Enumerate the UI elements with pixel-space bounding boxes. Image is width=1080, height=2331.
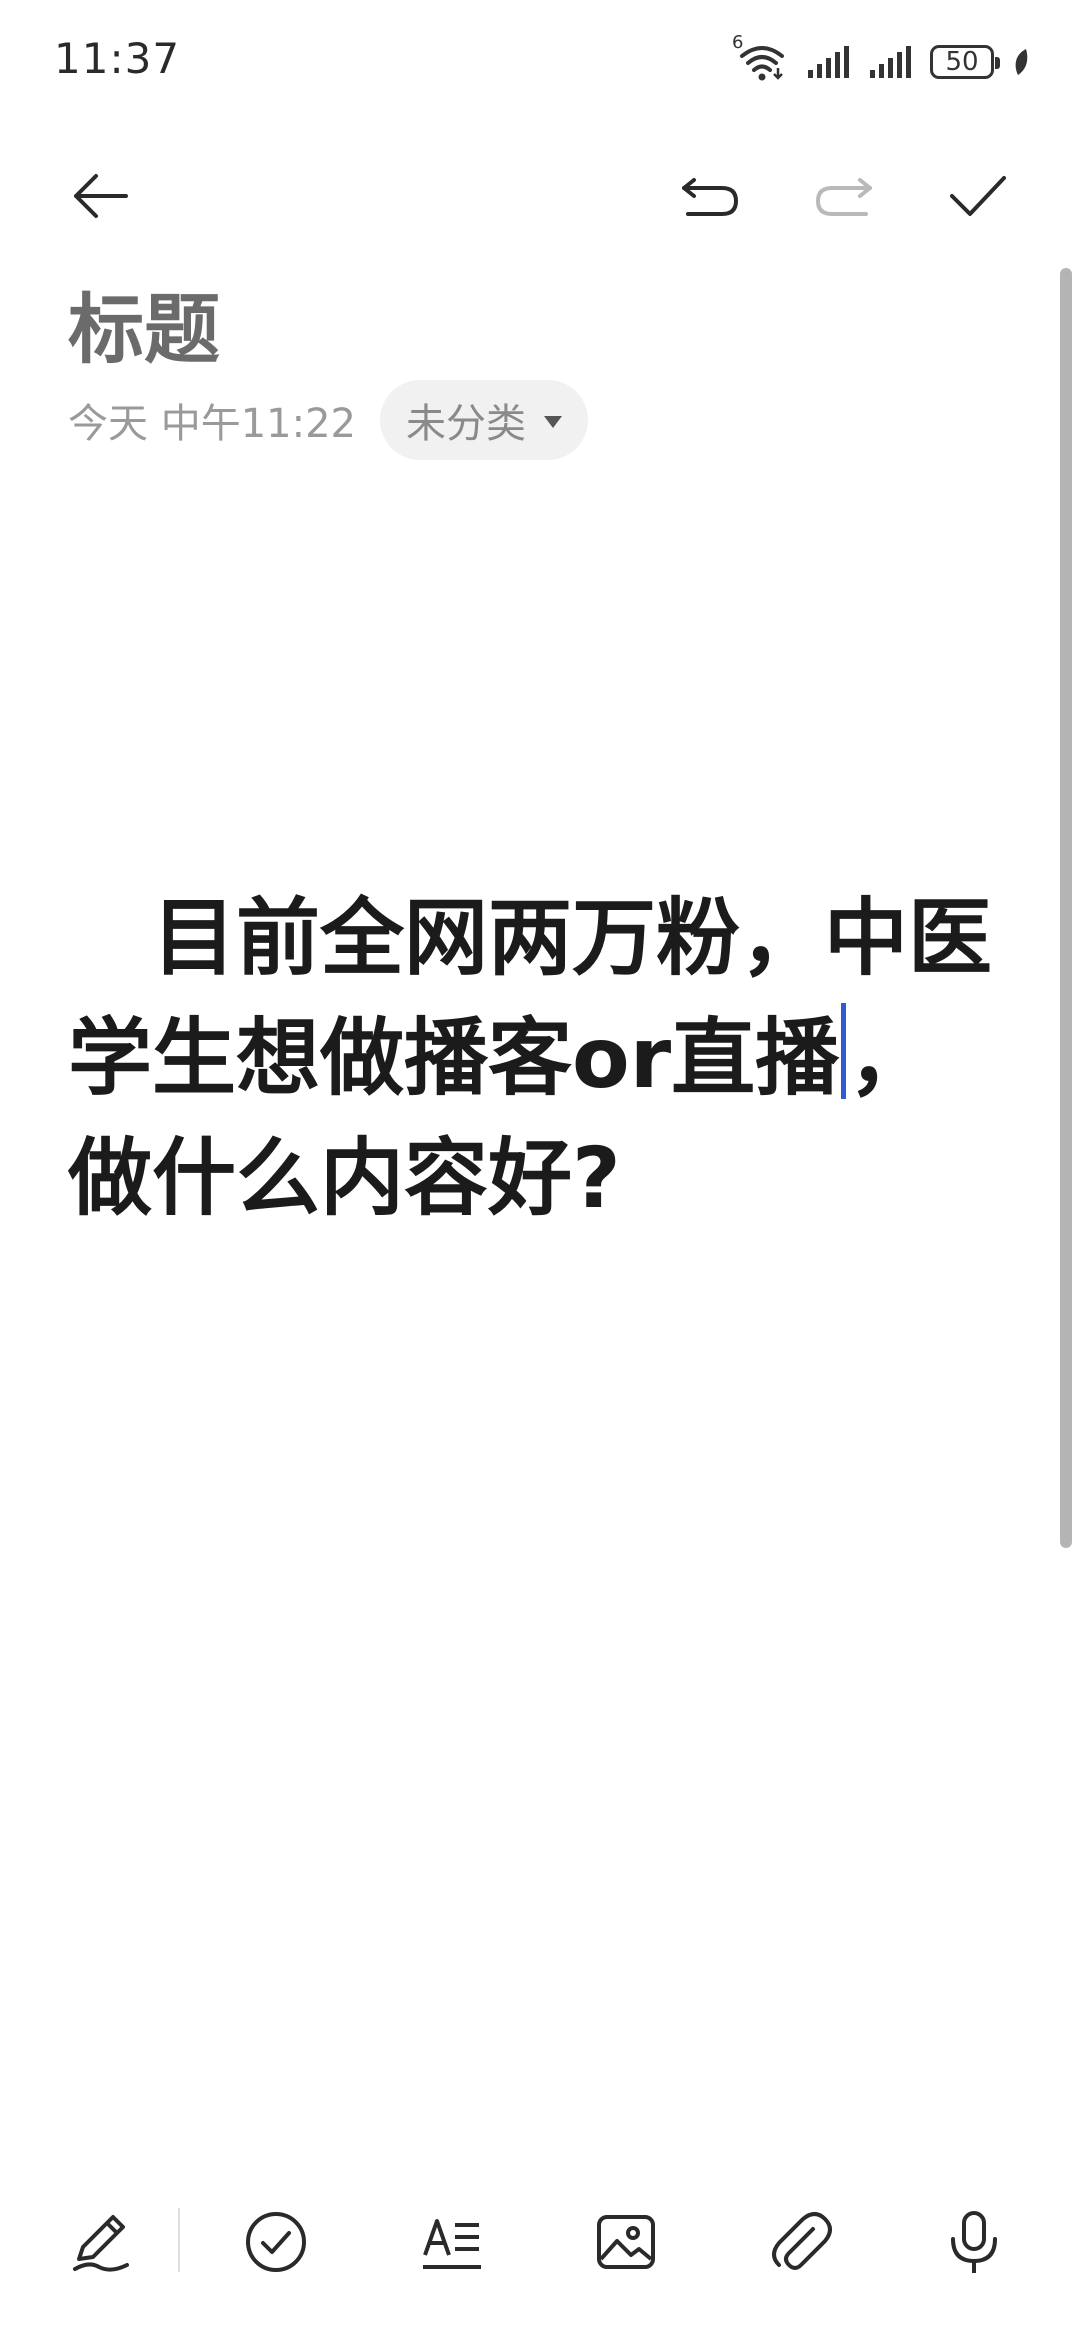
handwriting-button[interactable] [58, 2198, 146, 2286]
checklist-button[interactable] [232, 2198, 320, 2286]
top-toolbar [0, 150, 1080, 240]
battery-icon: 50 [930, 45, 1000, 79]
chevron-down-icon [544, 416, 562, 428]
category-label: 未分类 [406, 401, 526, 447]
status-time: 11:37 [54, 34, 181, 83]
note-body-editor[interactable]: 目前全网两万粉，中医学生想做播客or直播 ，做什么内容好? [68, 878, 1008, 1238]
text-format-button[interactable] [408, 2198, 496, 2286]
note-date: 今天 中午11:22 [68, 401, 356, 447]
confirm-button[interactable] [940, 158, 1016, 234]
redo-button[interactable] [806, 158, 882, 234]
signal-icon [806, 44, 850, 80]
attachment-icon [772, 2212, 832, 2270]
bottom-toolbar [0, 2190, 1080, 2300]
image-icon [597, 2215, 655, 2269]
text-format-icon [423, 2219, 481, 2269]
check-icon [950, 176, 1006, 216]
status-bar: 11:37 6 50 [0, 0, 1080, 120]
scrollbar[interactable] [1060, 268, 1072, 1548]
microphone-icon [951, 2211, 997, 2273]
wifi-icon: 6 [732, 32, 788, 82]
category-dropdown[interactable]: 未分类 [380, 380, 588, 460]
insert-image-button[interactable] [582, 2198, 670, 2286]
leaf-icon [1012, 47, 1032, 77]
network-badge: 6 [732, 32, 744, 53]
status-icons: 6 50 [732, 32, 1032, 84]
note-meta: 今天 中午11:22 未分类 [68, 380, 588, 460]
back-button[interactable] [62, 158, 138, 234]
toolbar-divider [178, 2208, 180, 2272]
battery-level: 50 [945, 47, 979, 77]
checklist-icon [246, 2212, 306, 2272]
redo-icon [815, 178, 872, 216]
undo-icon [682, 178, 739, 216]
signal-icon [868, 44, 912, 80]
text-cursor [841, 1003, 847, 1099]
pen-icon [73, 2215, 129, 2272]
back-arrow-icon [74, 174, 128, 218]
undo-button[interactable] [672, 158, 748, 234]
note-editor-screen: 11:37 6 50 标题 今天 中午11:22 未分类 目前全网两万粉，中医学… [0, 0, 1080, 2331]
attachment-button[interactable] [756, 2198, 844, 2286]
voice-input-button[interactable] [930, 2198, 1018, 2286]
note-title-input[interactable]: 标题 [68, 268, 220, 378]
